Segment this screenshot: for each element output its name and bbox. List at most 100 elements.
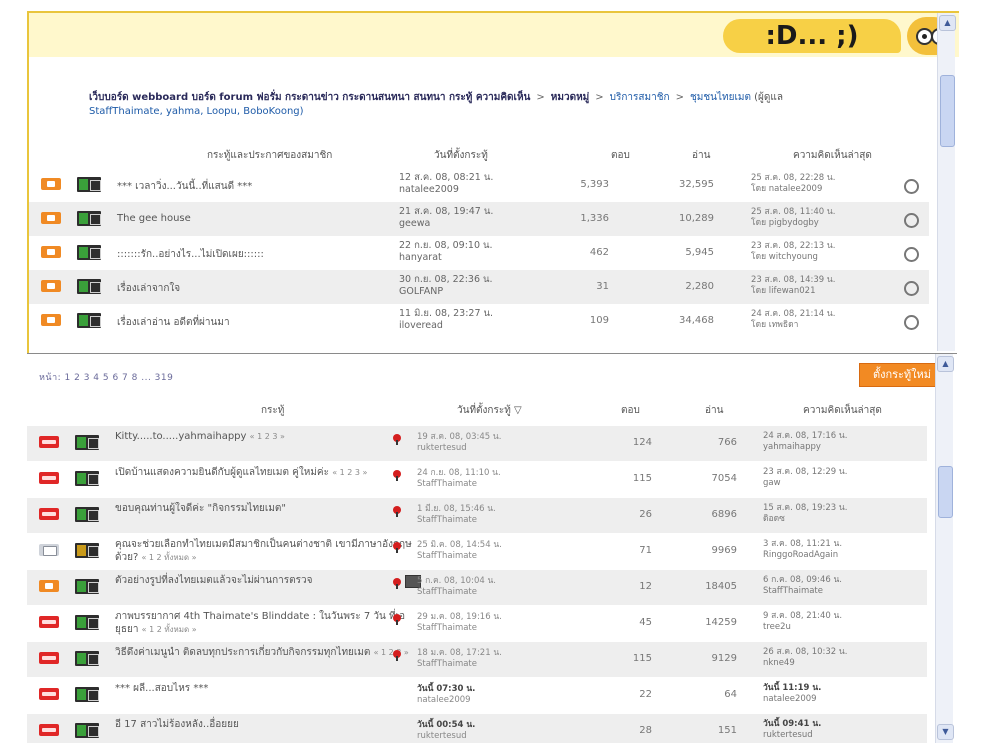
topic-pages[interactable]: « 1 2 3 » bbox=[332, 468, 367, 477]
moderators-list[interactable]: StaffThaimate, yahma, Loopu, BoboKoong) bbox=[89, 106, 304, 117]
starter-link[interactable]: natalee2009 bbox=[417, 695, 475, 706]
starter-link[interactable]: StaffThaimate bbox=[417, 479, 501, 490]
scrollbar-thumb[interactable] bbox=[940, 75, 955, 147]
topic-pages[interactable]: « 1 2 ทั้งหมด » bbox=[142, 625, 197, 634]
started-cell: 5 ก.ค. 08, 10:04 น. StaffThaimate bbox=[417, 576, 496, 598]
subforum-row[interactable]: The gee house 21 ส.ค. 08, 19:47 น. geewa … bbox=[29, 202, 929, 236]
starter-link[interactable]: geewa bbox=[399, 218, 493, 230]
topic-pages[interactable]: « 1 2 ทั้งหมด » bbox=[141, 553, 196, 562]
starter-link[interactable]: StaffThaimate bbox=[417, 551, 502, 562]
topic-title[interactable]: ขอบคุณท่านผู้ใจดีค่ะ "กิจกรรมไทยเมต" bbox=[115, 502, 415, 515]
status-tag-icon bbox=[75, 543, 99, 558]
starter-link[interactable]: GOLFANP bbox=[399, 286, 493, 298]
topic-title[interactable]: อี 17 สาวไม่ร้องหลัง..อื่อยยย bbox=[115, 718, 415, 731]
last-poster-link[interactable]: gaw bbox=[763, 478, 847, 489]
starter-link[interactable]: StaffThaimate bbox=[417, 587, 496, 598]
go-to-last-post-icon[interactable] bbox=[904, 213, 919, 228]
last-poster-link[interactable]: yahmaihappy bbox=[763, 442, 847, 453]
status-tag-icon bbox=[75, 579, 99, 594]
breadcrumb-board-link[interactable]: ชุมชนไทยเมต bbox=[690, 92, 751, 103]
last-poster-link[interactable]: natalee2009 bbox=[763, 694, 821, 705]
table-row[interactable]: วิธีดึงค่าเมนูนำ ติดลบทุกประการเกี่ยวกับ… bbox=[27, 642, 927, 677]
topic-title[interactable]: เปิดบ้านแสดงความยินดีกับผู้ดูแลไทยเมต คู… bbox=[115, 466, 415, 479]
topic-title[interactable]: Kitty.....to.....yahmaihappy « 1 2 3 » bbox=[115, 430, 415, 443]
view-count: 10,289 bbox=[679, 213, 714, 224]
header-last-post[interactable]: ความคิดเห็นล่าสุด bbox=[803, 403, 882, 418]
new-topic-button[interactable]: ตั้งกระทู้ใหม่ bbox=[859, 363, 945, 387]
header-views: อ่าน bbox=[692, 150, 711, 161]
hot-topic-icon bbox=[39, 508, 59, 520]
subforum-title[interactable]: *** เวลาวิ่ง...วันนี้..ที่แสนดี *** bbox=[117, 179, 252, 194]
subforum-row[interactable]: *** เวลาวิ่ง...วันนี้..ที่แสนดี *** 12 ส… bbox=[29, 168, 929, 202]
go-to-last-post-icon[interactable] bbox=[904, 247, 919, 262]
table-row[interactable]: *** ผลี...สอบไหร *** วันนี้ 07:30 น. nata… bbox=[27, 678, 927, 713]
topic-title[interactable]: *** ผลี...สอบไหร *** bbox=[115, 682, 415, 695]
table-row[interactable]: อี 17 สาวไม่ร้องหลัง..อื่อยยย วันนี้ 00:… bbox=[27, 714, 927, 743]
starter-link[interactable]: hanyarat bbox=[399, 252, 493, 264]
topic-pages[interactable]: « 1 2 3 » bbox=[250, 432, 285, 441]
last-poster-link[interactable]: StaffThaimate bbox=[763, 586, 842, 597]
starter-link[interactable]: ruktertesud bbox=[417, 443, 501, 454]
subforum-title[interactable]: The gee house bbox=[117, 213, 191, 224]
scrollbar-thumb[interactable] bbox=[938, 466, 953, 518]
reply-count: 115 bbox=[632, 653, 652, 664]
last-poster-link[interactable]: ruktertesud bbox=[763, 730, 821, 741]
table-row[interactable]: คุณจะช่วยเลือกทำไทยเมตมีสมาชิกเป็นคนต่าง… bbox=[27, 534, 927, 569]
last-poster-link[interactable]: RinggoRoadAgain bbox=[763, 550, 842, 561]
last-post-cell: วันนี้ 09:41 น. ruktertesud bbox=[763, 719, 822, 741]
table-row[interactable]: เปิดบ้านแสดงความยินดีกับผู้ดูแลไทยเมต คู… bbox=[27, 462, 927, 497]
started-cell: 22 ก.ย. 08, 09:10 น. hanyarat bbox=[399, 240, 493, 264]
starter-link[interactable]: StaffThaimate bbox=[417, 515, 496, 526]
header-topic[interactable]: กระทู้ bbox=[261, 403, 284, 418]
starter-link[interactable]: iloveread bbox=[399, 320, 493, 332]
subforum-row[interactable]: เรื่องเล่าอ่าน อดีตที่ผ่านมา 11 มิ.ย. 08… bbox=[29, 304, 929, 338]
bottom-pane-scrollbar[interactable]: ▲ ▼ bbox=[935, 354, 954, 743]
subforum-title[interactable]: :::::::รัก..อย่างไร...ไม่เปิดเผย:::::: bbox=[117, 247, 264, 262]
starter-link[interactable]: StaffThaimate bbox=[417, 623, 502, 634]
starter-link[interactable]: StaffThaimate bbox=[417, 659, 502, 670]
pin-icon bbox=[393, 434, 401, 445]
table-row[interactable]: Kitty.....to.....yahmaihappy « 1 2 3 » 19… bbox=[27, 426, 927, 461]
go-to-last-post-icon[interactable] bbox=[904, 315, 919, 330]
subforum-table-header: กระทู้และประกาศของสมาชิก วันที่ตั้งกระทู… bbox=[29, 143, 959, 165]
topic-title[interactable]: ตัวอย่างรูปที่ลงไทยเมตแล้วจะไม่ผ่านการตร… bbox=[115, 574, 415, 587]
topic-pages[interactable]: « 1 2 3 » bbox=[374, 648, 409, 657]
reply-count: 71 bbox=[639, 545, 652, 556]
header-started[interactable]: วันที่ตั้งกระทู้ ▽ bbox=[457, 403, 522, 418]
table-row[interactable]: ตัวอย่างรูปที่ลงไทยเมตแล้วจะไม่ผ่านการตร… bbox=[27, 570, 927, 605]
subforum-row[interactable]: เรื่องเล่าจากใจ 30 ก.ย. 08, 22:36 น. GOLF… bbox=[29, 270, 929, 304]
subforum-row[interactable]: :::::::รัก..อย่างไร...ไม่เปิดเผย:::::: 2… bbox=[29, 236, 929, 270]
breadcrumb-home-link[interactable]: เว็บบอร์ด webboard บอร์ด forum ฟอรั่ม กร… bbox=[89, 92, 530, 103]
breadcrumb-service-link[interactable]: บริการสมาชิก bbox=[610, 92, 670, 103]
view-count: 64 bbox=[724, 689, 737, 700]
go-to-last-post-icon[interactable] bbox=[904, 281, 919, 296]
board-icon bbox=[41, 280, 61, 292]
subforum-title[interactable]: เรื่องเล่าอ่าน อดีตที่ผ่านมา bbox=[117, 315, 230, 330]
status-tag-icon bbox=[75, 723, 99, 738]
topic-title[interactable]: ภาพบรรยากาศ 4th Thaimate's Blinddate : ใ… bbox=[115, 610, 415, 636]
table-row[interactable]: ขอบคุณท่านผู้ใจดีค่ะ "กิจกรรมไทยเมต" 1 ม… bbox=[27, 498, 927, 533]
starter-link[interactable]: ruktertesud bbox=[417, 731, 475, 742]
scroll-up-icon[interactable]: ▲ bbox=[937, 356, 954, 372]
table-row[interactable]: ภาพบรรยากาศ 4th Thaimate's Blinddate : ใ… bbox=[27, 606, 927, 641]
breadcrumb-category-link[interactable]: หมวดหมู่ bbox=[551, 92, 589, 103]
header-views[interactable]: อ่าน bbox=[705, 403, 723, 418]
scroll-up-icon[interactable]: ▲ bbox=[939, 15, 956, 31]
starter-link[interactable]: natalee2009 bbox=[399, 184, 493, 196]
topic-title[interactable]: คุณจะช่วยเลือกทำไทยเมตมีสมาชิกเป็นคนต่าง… bbox=[115, 538, 415, 564]
pagination[interactable]: หน้า: 1 2 3 4 5 6 7 8 ... 319 bbox=[39, 370, 173, 384]
topic-title[interactable]: วิธีดึงค่าเมนูนำ ติดลบทุกประการเกี่ยวกับ… bbox=[115, 646, 415, 659]
go-to-last-post-icon[interactable] bbox=[904, 179, 919, 194]
reply-count: 5,393 bbox=[580, 179, 609, 190]
hot-topic-icon bbox=[39, 436, 59, 448]
view-count: 14259 bbox=[705, 617, 737, 628]
last-poster-link[interactable]: nkne49 bbox=[763, 658, 847, 669]
header-replies[interactable]: ตอบ bbox=[621, 403, 640, 418]
subforum-title[interactable]: เรื่องเล่าจากใจ bbox=[117, 281, 180, 296]
last-poster-link[interactable]: ดิอดซ bbox=[763, 514, 847, 525]
last-poster-link[interactable]: tree2u bbox=[763, 622, 842, 633]
scroll-down-icon[interactable]: ▼ bbox=[937, 724, 954, 740]
topic-table-header: กระทู้ วันที่ตั้งกระทู้ ▽ ตอบ อ่าน ความค… bbox=[27, 398, 957, 420]
view-count: 18405 bbox=[705, 581, 737, 592]
top-pane-scrollbar[interactable]: ▲ bbox=[937, 13, 956, 351]
